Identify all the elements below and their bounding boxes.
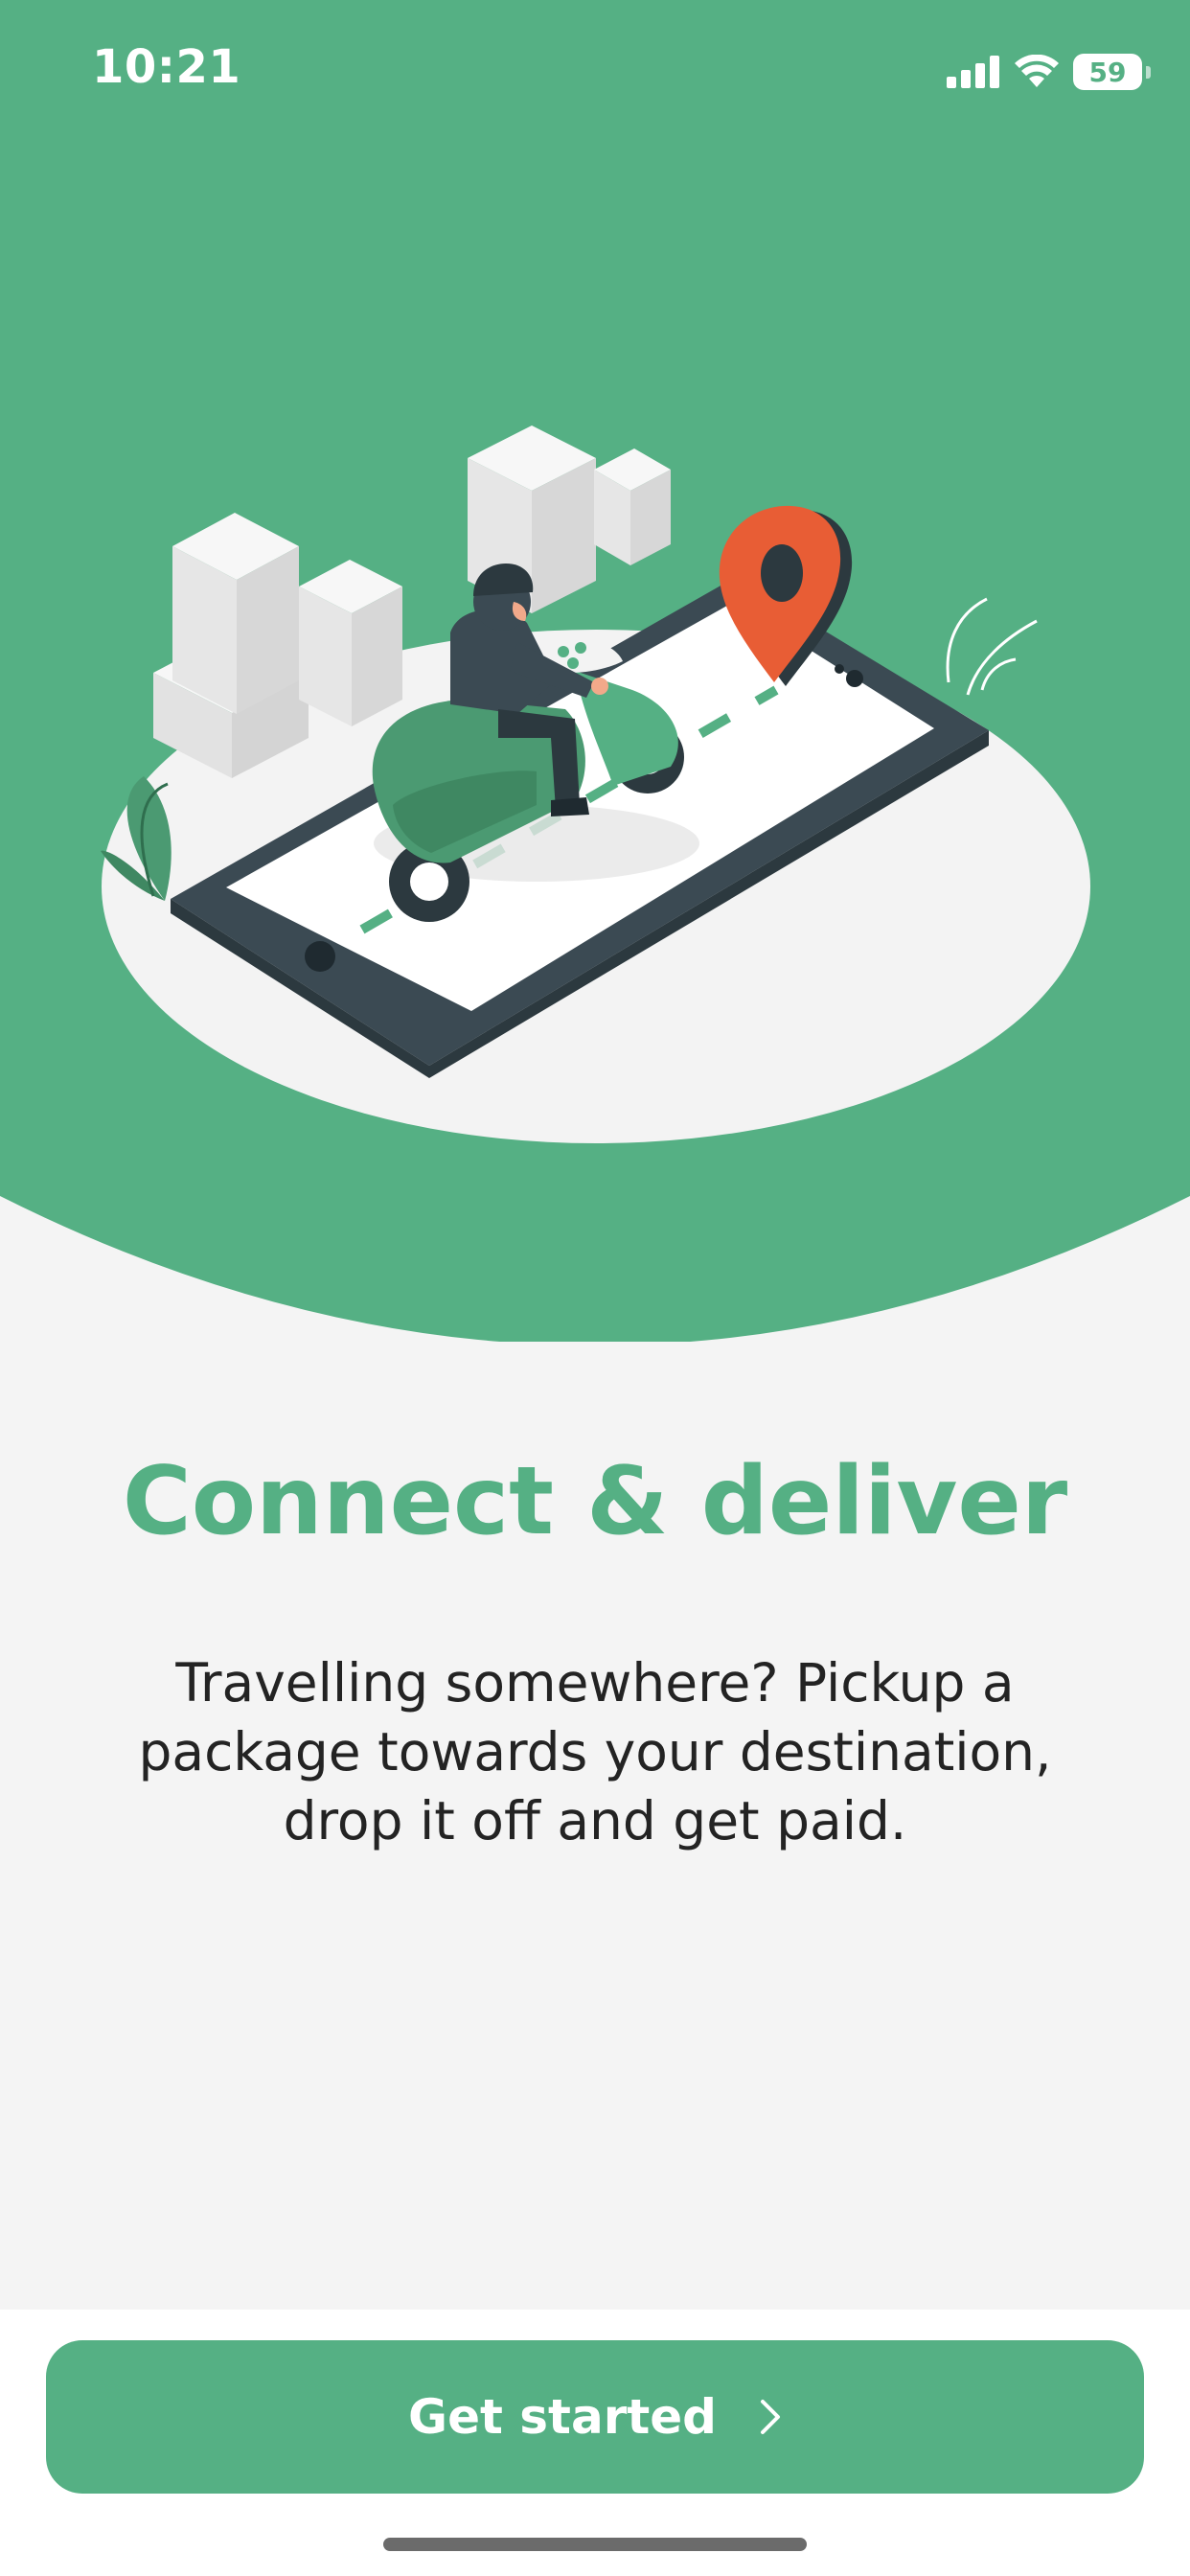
wifi-icon <box>1015 55 1059 87</box>
chevron-right-icon <box>760 2400 780 2434</box>
onboarding-description: Travelling somewhere? Pickup a package t… <box>138 1652 1052 1852</box>
onboarding-title: Connect & deliver <box>122 1447 1068 1556</box>
home-indicator <box>383 2538 807 2551</box>
battery-icon: 59 <box>1073 54 1151 90</box>
courier-illustration <box>101 426 1090 1143</box>
signal-icon <box>947 56 999 88</box>
battery-level: 59 <box>1088 56 1127 88</box>
grass-right-icon <box>946 597 1038 696</box>
status-bar: 10:21 59 <box>0 0 1190 144</box>
status-icons: 59 <box>947 48 1151 96</box>
get-started-button[interactable]: Get started <box>46 2340 1144 2494</box>
status-time: 10:21 <box>92 40 241 94</box>
get-started-label: Get started <box>408 2389 717 2445</box>
scooter-rider-icon <box>372 564 699 922</box>
